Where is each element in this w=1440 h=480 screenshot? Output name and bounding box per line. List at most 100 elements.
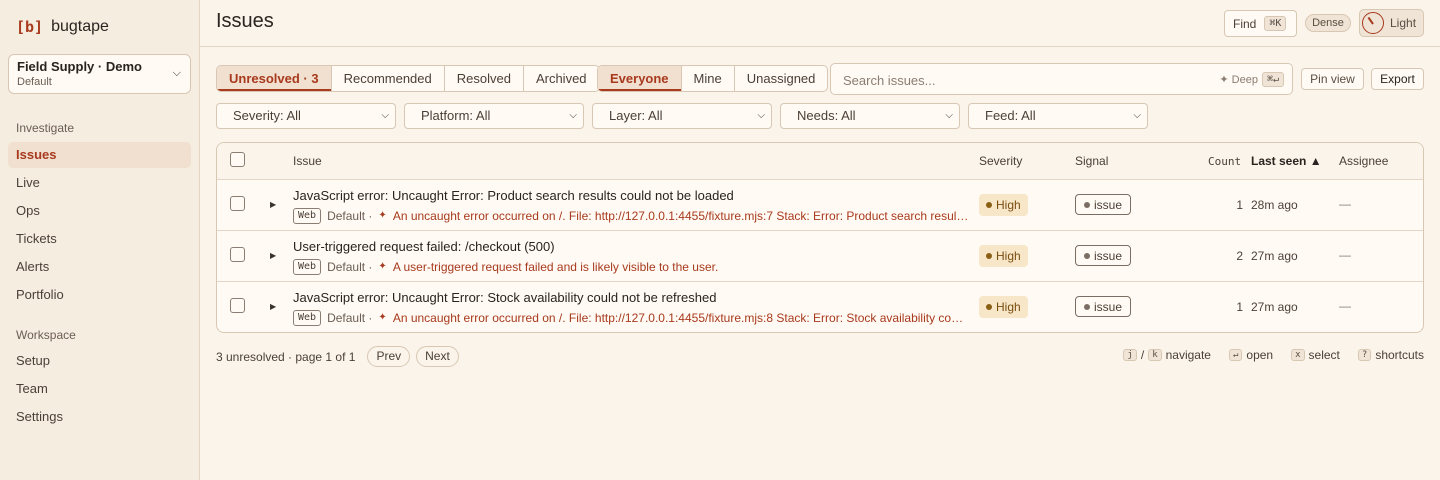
issue-last-seen: 27m ago (1251, 249, 1298, 263)
tab-archived[interactable]: Archived (524, 66, 599, 91)
column-issue[interactable]: Issue (293, 154, 322, 168)
tab-mine[interactable]: Mine (682, 66, 735, 91)
platform-tag: Web (293, 207, 322, 224)
sidebar-item-settings[interactable]: Settings (8, 404, 191, 430)
chevron-down-icon: ⌵ (381, 110, 389, 121)
next-button[interactable]: Next (416, 346, 459, 367)
column-severity[interactable]: Severity (979, 154, 1022, 168)
issue-assignee[interactable]: — (1339, 299, 1351, 313)
severity-label: High (996, 300, 1021, 314)
caret-right-icon[interactable]: ▶ (270, 251, 276, 260)
deep-search-shortcut: ⌘↵ (1261, 72, 1284, 87)
issue-assignee[interactable]: — (1339, 197, 1351, 211)
hint-select: select (1308, 348, 1340, 362)
issue-title[interactable]: JavaScript error: Uncaught Error: Produc… (293, 188, 734, 203)
kbd-x: x (1291, 349, 1305, 361)
nav-section-investigate: Investigate (16, 121, 75, 135)
kbd-j: j (1123, 349, 1137, 361)
filter-needs-label: Needs: All (797, 108, 856, 123)
theme-dial-icon (1362, 12, 1384, 34)
filter-severity[interactable]: Severity: All ⌵ (216, 103, 396, 129)
sidebar-item-tickets[interactable]: Tickets (8, 226, 191, 252)
issue-title[interactable]: JavaScript error: Uncaught Error: Stock … (293, 290, 716, 305)
find-button[interactable]: Find ⌘K (1224, 10, 1297, 37)
sidebar-item-portfolio[interactable]: Portfolio (8, 282, 191, 308)
kbd-question: ? (1357, 349, 1372, 361)
severity-dot-icon (986, 253, 992, 259)
issues-table: Issue Severity Signal Count Last seen ▲ … (216, 142, 1424, 333)
sidebar-item-alerts[interactable]: Alerts (8, 254, 191, 280)
severity-dot-icon (986, 304, 992, 310)
hint-shortcuts[interactable]: shortcuts (1375, 348, 1424, 362)
kbd-enter: ↵ (1228, 349, 1243, 361)
nav-section-workspace: Workspace (16, 328, 76, 342)
project-env: Default (17, 76, 52, 88)
issue-assignee[interactable]: — (1339, 248, 1351, 262)
severity-badge: High (979, 296, 1028, 318)
issue-message: An uncaught error occurred on /. File: h… (392, 208, 969, 223)
column-last-seen[interactable]: Last seen ▲ (1251, 154, 1322, 168)
hint-open: open (1246, 348, 1274, 362)
sparkle-icon: ✦ (378, 312, 387, 323)
dense-toggle[interactable]: Dense (1305, 14, 1351, 32)
theme-label: Light (1390, 16, 1417, 30)
prev-button[interactable]: Prev (367, 346, 411, 367)
search-box: ✦ Deep ⌘↵ (830, 63, 1293, 95)
table-row[interactable]: ▶ User-triggered request failed: /checko… (217, 231, 1423, 282)
row-checkbox[interactable] (230, 298, 245, 313)
tab-unassigned[interactable]: Unassigned (735, 66, 828, 91)
export-button[interactable]: Export (1371, 68, 1424, 90)
column-signal[interactable]: Signal (1075, 154, 1108, 168)
filter-platform[interactable]: Platform: All ⌵ (404, 103, 584, 129)
table-row[interactable]: ▶ JavaScript error: Uncaught Error: Prod… (217, 180, 1423, 231)
filter-feed[interactable]: Feed: All ⌵ (968, 103, 1148, 129)
row-checkbox[interactable] (230, 247, 245, 262)
signal-badge: issue (1075, 296, 1132, 317)
sidebar-item-live[interactable]: Live (8, 170, 191, 196)
caret-right-icon[interactable]: ▶ (270, 302, 276, 311)
tab-everyone[interactable]: Everyone (598, 66, 682, 91)
signal-label: issue (1094, 248, 1123, 263)
table-row[interactable]: ▶ JavaScript error: Uncaught Error: Stoc… (217, 282, 1423, 332)
signal-dot-icon (1084, 303, 1090, 310)
brand[interactable]: [b] bugtape (16, 18, 109, 36)
chevron-down-icon: ⌵ (569, 110, 577, 121)
sidebar-item-setup[interactable]: Setup (8, 348, 191, 374)
column-count[interactable]: Count (1208, 155, 1241, 168)
filter-platform-label: Platform: All (421, 108, 491, 123)
sidebar-item-ops[interactable]: Ops (8, 198, 191, 224)
project-switcher[interactable]: Field Supply · Demo Default ⌵ (8, 54, 191, 94)
select-all-checkbox[interactable] (230, 152, 245, 167)
find-label: Find (1233, 16, 1257, 31)
chevron-down-icon: ⌵ (172, 67, 181, 79)
signal-badge: issue (1075, 194, 1132, 215)
tab-resolved[interactable]: Resolved (445, 66, 524, 91)
search-input[interactable] (843, 71, 1203, 89)
chevron-down-icon: ⌵ (757, 110, 765, 121)
tab-unresolved[interactable]: Unresolved · 3 (217, 66, 332, 91)
sidebar-item-issues[interactable]: Issues (8, 142, 191, 168)
deep-search-button[interactable]: ✦ Deep ⌘↵ (1219, 72, 1284, 87)
signal-dot-icon (1084, 201, 1090, 208)
filter-feed-label: Feed: All (985, 108, 1036, 123)
keyboard-hints: j / k navigate ↵ open x select ? shortcu… (1123, 348, 1424, 362)
row-checkbox[interactable] (230, 196, 245, 211)
theme-toggle[interactable]: Light (1359, 9, 1424, 37)
filter-layer[interactable]: Layer: All ⌵ (592, 103, 772, 129)
brand-logo-icon: [b] (16, 18, 44, 36)
severity-badge: High (979, 245, 1028, 267)
pagination-summary: 3 unresolved · page 1 of 1 (216, 349, 356, 364)
caret-right-icon[interactable]: ▶ (270, 200, 276, 209)
column-assignee[interactable]: Assignee (1339, 154, 1388, 168)
severity-label: High (996, 198, 1021, 212)
sidebar-item-team[interactable]: Team (8, 376, 191, 402)
issue-message: A user-triggered request failed and is l… (392, 259, 719, 274)
severity-dot-icon (986, 202, 992, 208)
pin-view-button[interactable]: Pin view (1301, 68, 1364, 90)
tab-recommended[interactable]: Recommended (332, 66, 445, 91)
filter-needs[interactable]: Needs: All ⌵ (780, 103, 960, 129)
signal-label: issue (1094, 197, 1123, 212)
signal-dot-icon (1084, 252, 1090, 259)
platform-tag: Web (293, 309, 322, 326)
issue-title[interactable]: User-triggered request failed: /checkout… (293, 239, 555, 254)
